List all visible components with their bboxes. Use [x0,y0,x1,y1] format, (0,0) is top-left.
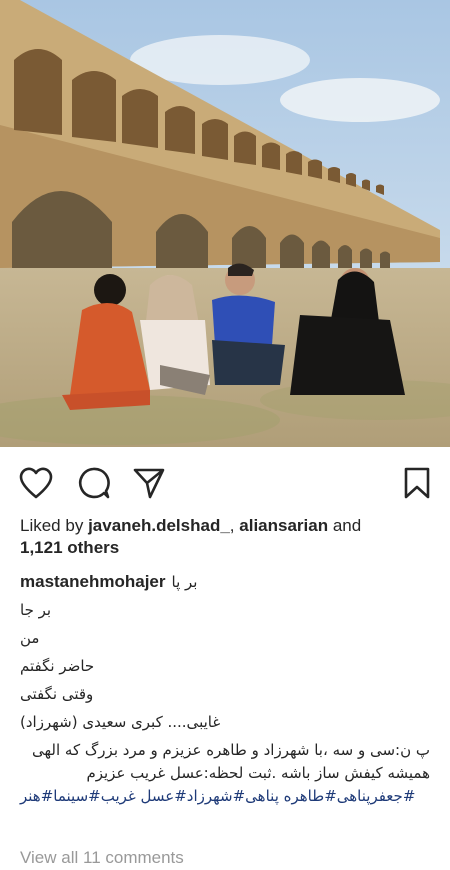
liked-by-user-2[interactable]: aliansarian [239,516,328,535]
caption-username[interactable]: mastanehmohajer [20,571,166,593]
post-action-bar [0,447,450,517]
caption-line-5: وقتی نگفتی [20,685,94,703]
caption-paragraph: پ ن:سی و سه ،با شهرزاد و طاهره عزیزم و م… [32,741,430,782]
share-button[interactable] [131,465,167,501]
caption-hashtags[interactable]: #جعفرپناهی#طاهره پناهی#شهرزاد#عسل غریب#س… [20,785,430,808]
caption-line-4: حاضر نگفتم [20,657,95,675]
caption-line-2: بر جا [20,601,52,619]
comment-button[interactable] [75,465,111,501]
view-all-comments-link[interactable]: View all 11 comments [20,848,184,868]
save-button[interactable] [399,465,435,501]
liked-by-user-1[interactable]: javaneh.delshad_ [88,516,230,535]
post-photo[interactable] [0,0,450,447]
bookmark-icon [404,467,430,499]
post-image [0,0,450,447]
comment-bubble-icon [78,467,110,499]
liked-by-separator: , [229,516,235,535]
liked-by-prefix: Liked by [20,516,84,535]
paper-plane-icon [133,468,165,499]
caption-line-6: غایبی.... کبری سعیدی (شهرزاد) [20,713,221,731]
liked-by-count[interactable]: 1,121 others [20,538,119,557]
liked-by-and: and [332,516,362,535]
heart-icon [19,467,53,499]
post-caption: mastanehmohajer بر پا بر جا من حاضر نگفت… [20,571,430,808]
liked-by-summary: Liked by javaneh.delshad_, aliansarian a… [20,515,430,559]
caption-line-3: من [20,629,40,647]
caption-line-1: بر پا [171,573,198,591]
like-button[interactable] [18,465,54,501]
